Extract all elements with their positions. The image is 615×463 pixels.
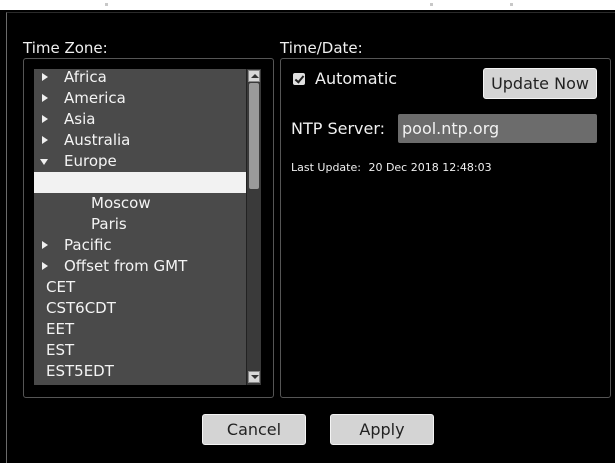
top-strip [0,0,615,10]
triangle-right-icon[interactable] [42,241,48,249]
scroll-thumb[interactable] [249,83,259,189]
scroll-up-button[interactable] [248,70,260,82]
tz-list-item[interactable]: Moscow [34,193,246,214]
tz-list-item[interactable]: CST6CDT [34,298,246,319]
tz-group-item[interactable]: Pacific [34,235,246,256]
last-update-row: Last Update: 20 Dec 2018 12:48:03 [291,161,492,175]
tz-item-label: Paris [91,215,127,233]
triangle-right-icon[interactable] [42,73,48,81]
tz-item-label: Offset from GMT [64,257,188,275]
time-date-panel: Automatic Update Now NTP Server: pool.nt… [280,58,611,398]
cancel-button[interactable]: Cancel [202,414,306,445]
tz-list-item[interactable]: EET [34,319,246,340]
tz-group-item[interactable]: Europe [34,151,246,172]
tz-group-item[interactable]: America [34,88,246,109]
top-strip-mark [105,3,108,6]
apply-button[interactable]: Apply [330,414,434,445]
tz-item-label: America [64,89,126,107]
scroll-up-icon [251,74,259,78]
tz-item-label: Australia [64,131,131,149]
tz-list-item[interactable]: London [34,172,246,193]
time-zone-label: Time Zone: [23,39,108,57]
tz-item-label: CET [46,278,76,296]
top-strip-mark [510,3,513,6]
tz-group-item[interactable]: Offset from GMT [34,256,246,277]
triangle-right-icon[interactable] [42,115,48,123]
time-date-label: Time/Date: [280,39,363,57]
tz-item-label: EST5EDT [46,362,114,380]
tz-item-label: EET [46,320,75,338]
automatic-label[interactable]: Automatic [315,70,397,88]
last-update-label: Last Update: [291,161,361,174]
ntp-server-input[interactable]: pool.ntp.org [398,114,597,143]
last-update-value: 20 Dec 2018 12:48:03 [368,161,492,174]
triangle-down-icon[interactable] [40,159,48,165]
tz-item-label: Asia [64,110,96,128]
triangle-right-icon[interactable] [42,262,48,270]
scroll-down-button[interactable] [248,371,260,383]
triangle-right-icon[interactable] [42,136,48,144]
time-settings-dialog: Time Zone: Africa America Asia Australia Eur… [6,12,615,463]
tz-item-label: EST [46,341,75,359]
tz-list-item[interactable]: EST5EDT [34,361,246,382]
time-zone-panel: Africa America Asia Australia Europe London Mo… [23,58,274,398]
ntp-server-label: NTP Server: [291,119,386,138]
tz-list-item[interactable]: Paris [34,214,246,235]
tz-item-label: Europe [64,152,117,170]
tz-item-label: CST6CDT [46,299,116,317]
triangle-right-icon[interactable] [42,94,48,102]
update-now-button[interactable]: Update Now [483,68,597,99]
tz-list-item[interactable]: CET [34,277,246,298]
tz-item-label: Moscow [91,194,151,212]
settings-screen: Time Zone: Africa America Asia Australia Eur… [0,0,615,463]
top-strip-mark [430,3,433,6]
tz-list-item[interactable]: EST [34,340,246,361]
tz-item-label: London [91,173,146,191]
tz-item-label: Pacific [64,236,112,254]
tz-group-item[interactable]: Australia [34,130,246,151]
time-zone-list[interactable]: Africa America Asia Australia Europe London Mo… [34,69,246,385]
tz-group-item[interactable]: Africa [34,69,246,88]
tz-group-item[interactable]: Asia [34,109,246,130]
checkmark-icon[interactable] [293,73,305,85]
scroll-down-icon [251,375,259,379]
tz-item-label: Africa [64,69,107,86]
time-zone-scrollbar[interactable] [246,69,261,385]
